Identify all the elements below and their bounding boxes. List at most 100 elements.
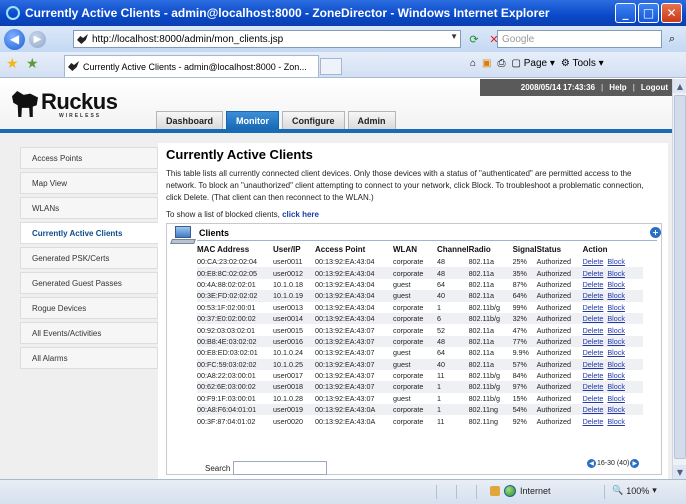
help-link[interactable]: Help [609,83,626,92]
mac-address-link[interactable]: 00:3E:FD:02:02:02 [197,290,273,302]
expand-icon[interactable]: + [650,227,661,238]
block-link[interactable]: Block [607,382,625,391]
delete-link[interactable]: Delete [583,348,604,357]
feeds-icon[interactable]: ▣ [482,58,491,69]
print-icon[interactable]: ⎙ [498,58,506,69]
zoom-control[interactable]: 🔍 100% ▾ [612,485,657,496]
scroll-thumb[interactable] [674,95,686,459]
search-icon[interactable]: ⌕ [663,30,681,48]
maximize-button[interactable]: □ [638,3,659,23]
blocked-clients-link[interactable]: click here [282,210,319,219]
tab-configure[interactable]: Configure [282,111,345,130]
column-header[interactable]: Radio [469,243,513,256]
mac-address-link[interactable]: 00:CA:23:02:02:04 [197,256,273,267]
block-link[interactable]: Block [607,326,625,335]
sidebar-item-alarms[interactable]: All Alarms [20,347,158,369]
address-dropdown-icon[interactable]: ▼ [450,32,458,41]
delete-link[interactable]: Delete [583,394,604,403]
delete-link[interactable]: Delete [583,291,604,300]
prev-page-icon[interactable]: ◀ [587,459,596,468]
block-link[interactable]: Block [607,417,625,426]
scroll-down-icon[interactable]: ▼ [673,465,686,479]
sidebar-item-events[interactable]: All Events/Activities [20,322,158,344]
sidebar-item-wlans[interactable]: WLANs [20,197,158,219]
sidebar-item-guest-passes[interactable]: Generated Guest Passes [20,272,158,294]
sidebar-item-psk-certs[interactable]: Generated PSK/Certs [20,247,158,269]
browser-tab[interactable]: Currently Active Clients - admin@localho… [64,55,319,77]
delete-link[interactable]: Delete [583,371,604,380]
column-header[interactable]: MAC Address [197,243,273,256]
mac-address-link[interactable]: 00:92:03:03:02:01 [197,324,273,335]
new-tab-button[interactable] [320,58,342,75]
home-icon[interactable]: ⌂ [470,58,476,69]
refresh-icon[interactable]: ⟳ [466,31,482,47]
logout-link[interactable]: Logout [641,83,668,92]
mac-address-link[interactable]: 00:62:6E:03:00:02 [197,381,273,393]
back-button[interactable]: ◀ [4,28,25,50]
tab-monitor[interactable]: Monitor [226,111,280,130]
delete-link[interactable]: Delete [583,417,604,426]
mac-address-link[interactable]: 00:4A:88:02:02:01 [197,279,273,290]
minimize-button[interactable]: _ [615,3,636,23]
delete-link[interactable]: Delete [583,314,604,323]
page-menu[interactable]: ▢ Page ▾ [512,58,555,69]
mac-address-link[interactable]: 00:E8:ED:03:02:01 [197,347,273,358]
mac-address-link[interactable]: 00:A8:F6:04:01:01 [197,404,273,416]
column-header[interactable]: User/IP [273,243,315,256]
delete-link[interactable]: Delete [583,257,604,266]
block-link[interactable]: Block [607,360,625,369]
next-page-icon[interactable]: ▶ [630,459,640,468]
mac-address-link[interactable]: 00:B8:4E:03:02:02 [197,335,273,348]
mac-address-link[interactable]: 00:FC:59:03:02:02 [197,358,273,370]
mac-address-link[interactable]: 00:F9:1F:03:00:01 [197,393,273,404]
column-header[interactable]: WLAN [393,243,437,256]
sidebar-item-map-view[interactable]: Map View [20,172,158,194]
add-favorites-icon[interactable]: ★ [26,56,39,72]
delete-link[interactable]: Delete [583,326,604,335]
delete-link[interactable]: Delete [583,405,604,414]
table-search-input[interactable] [233,461,327,475]
tools-menu[interactable]: ⚙ Tools ▾ [561,58,604,69]
block-link[interactable]: Block [607,291,625,300]
delete-link[interactable]: Delete [583,360,604,369]
favorites-star-icon[interactable]: ★ [6,56,19,72]
tab-admin[interactable]: Admin [347,111,396,130]
zoom-dropdown-icon[interactable]: ▾ [652,485,657,496]
delete-link[interactable]: Delete [583,382,604,391]
table-cell: 35% [512,267,537,279]
block-link[interactable]: Block [607,280,625,289]
close-button[interactable]: ✕ [661,3,682,23]
block-link[interactable]: Block [607,257,625,266]
delete-link[interactable]: Delete [583,269,604,278]
block-link[interactable]: Block [607,371,625,380]
column-header[interactable]: Action [583,243,643,256]
block-link[interactable]: Block [607,314,625,323]
mac-address-link[interactable]: 00:A8:22:03:00:01 [197,370,273,381]
search-input[interactable]: Google [497,30,662,48]
sidebar-item-active-clients[interactable]: Currently Active Clients [20,222,158,244]
delete-link[interactable]: Delete [583,280,604,289]
scroll-up-icon[interactable]: ▲ [673,79,686,93]
mac-address-link[interactable]: 00:37:E0:02:00:02 [197,312,273,325]
column-header[interactable]: Access Point [315,243,393,256]
delete-link[interactable]: Delete [583,303,604,312]
delete-link[interactable]: Delete [583,337,604,346]
mac-address-link[interactable]: 00:E8:8C:02:02:05 [197,267,273,279]
block-link[interactable]: Block [607,303,625,312]
mac-address-link[interactable]: 00:53:1F:02:00:01 [197,302,273,313]
block-link[interactable]: Block [607,348,625,357]
page-scrollbar[interactable]: ▲ ▼ [672,79,686,479]
tab-dashboard[interactable]: Dashboard [156,111,224,130]
column-header[interactable]: Status [537,243,583,256]
address-bar[interactable]: http://localhost:8000/admin/mon_clients.… [73,30,461,48]
column-header[interactable]: Channel [437,243,469,256]
block-link[interactable]: Block [607,337,625,346]
forward-button[interactable]: ▶ [29,30,46,48]
block-link[interactable]: Block [607,269,625,278]
block-link[interactable]: Block [607,394,625,403]
block-link[interactable]: Block [607,405,625,414]
sidebar-item-rogue-devices[interactable]: Rogue Devices [20,297,158,319]
column-header[interactable]: Signal [513,243,537,256]
sidebar-item-access-points[interactable]: Access Points [20,147,158,169]
mac-address-link[interactable]: 00:3F:87:04:01:02 [197,415,273,426]
